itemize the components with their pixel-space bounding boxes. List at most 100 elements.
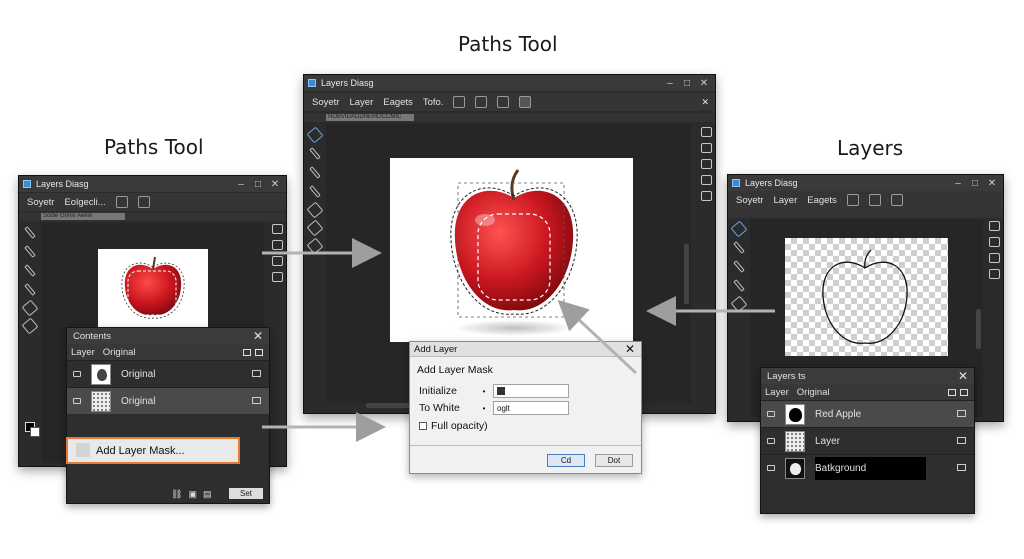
transform-tool-icon[interactable]	[306, 219, 324, 237]
ok-button[interactable]: Cd	[547, 454, 585, 467]
left-options-field[interactable]: Sodie Goniv Aeew	[41, 213, 125, 220]
lasso-tool-icon[interactable]	[730, 295, 748, 313]
menu-item[interactable]: Layer	[773, 195, 797, 206]
menu-item[interactable]: Soyetr	[27, 197, 54, 208]
lasso-tool-icon[interactable]	[21, 299, 39, 317]
maximize-icon[interactable]: □	[682, 78, 692, 89]
tab-original[interactable]: Original	[797, 387, 830, 398]
right-document[interactable]	[785, 238, 948, 356]
mask-icon[interactable]: ▣	[188, 489, 197, 500]
pen-tool-icon[interactable]	[24, 226, 36, 239]
eye-icon[interactable]	[73, 371, 81, 377]
toolbar-icon[interactable]	[475, 96, 488, 108]
panel-menu-icon[interactable]	[948, 388, 956, 396]
eye-icon[interactable]	[767, 465, 775, 471]
link-icon[interactable]: ⛓	[171, 489, 182, 500]
panel-icon[interactable]	[700, 159, 712, 169]
close-icon[interactable]: ✕	[270, 179, 280, 190]
panel-icon[interactable]	[988, 221, 1000, 231]
layer-row[interactable]: Original	[67, 360, 269, 387]
close-icon[interactable]: ✕	[987, 178, 997, 189]
background-color-swatch[interactable]	[30, 427, 40, 437]
toolbar-icon[interactable]	[453, 96, 466, 108]
full-opacity-checkbox[interactable]	[419, 422, 427, 430]
menu-item[interactable]: Soyetr	[312, 97, 339, 108]
add-layer-mask-menu-item[interactable]: Add Layer Mask...	[66, 437, 240, 464]
layer-options-icon[interactable]	[252, 397, 261, 404]
toolbar-icon[interactable]	[497, 96, 510, 108]
menu-item[interactable]: Eolgecli...	[64, 197, 105, 208]
menu-item[interactable]: Eagets	[383, 97, 413, 108]
left-document[interactable]	[98, 249, 208, 327]
pen-tool-icon[interactable]	[733, 279, 745, 292]
layer-options-icon[interactable]	[957, 464, 966, 471]
toolbar-icon[interactable]	[519, 96, 532, 108]
main-options-field[interactable]: NOBVIDADDNEMOCCMIC	[326, 114, 414, 121]
panel-menu-icon[interactable]	[255, 348, 263, 356]
minimize-icon[interactable]: –	[236, 179, 246, 190]
panel-icon[interactable]	[988, 237, 1000, 247]
layer-row[interactable]: Red Apple	[761, 400, 974, 427]
path-select-tool-icon[interactable]	[730, 220, 748, 238]
contents-set-button[interactable]: Set	[229, 488, 263, 499]
panel-icon[interactable]	[988, 253, 1000, 263]
panel-menu-icon[interactable]	[960, 388, 968, 396]
pen-tool-icon[interactable]	[24, 283, 36, 296]
menu-item[interactable]: Tofo.	[423, 97, 444, 108]
panel-icon[interactable]	[988, 269, 1000, 279]
delete-icon[interactable]: ▤	[203, 489, 212, 500]
maximize-icon[interactable]: □	[253, 179, 263, 190]
path-select-tool-icon[interactable]	[306, 126, 324, 144]
eye-icon[interactable]	[767, 438, 775, 444]
tab-layer[interactable]: Layer	[765, 387, 789, 398]
initialize-field[interactable]	[493, 384, 569, 398]
minimize-icon[interactable]: –	[665, 78, 675, 89]
panel-icon[interactable]	[700, 127, 712, 137]
panel-icon[interactable]	[271, 240, 283, 250]
tab-layer[interactable]: Layer	[71, 347, 95, 358]
eye-icon[interactable]	[767, 411, 775, 417]
minimize-icon[interactable]: –	[953, 178, 963, 189]
pen-tool-icon[interactable]	[309, 185, 321, 198]
pen-tool-icon[interactable]	[309, 147, 321, 160]
layer-options-icon[interactable]	[252, 370, 261, 377]
panel-icon[interactable]	[700, 143, 712, 153]
close-icon[interactable]: ✕	[253, 329, 263, 343]
vertical-scrollbar[interactable]	[684, 244, 689, 304]
close-icon[interactable]: ✕	[958, 369, 968, 383]
lasso-tool-icon[interactable]	[306, 201, 324, 219]
panel-icon[interactable]	[271, 224, 283, 234]
layer-options-icon[interactable]	[957, 410, 966, 417]
to-white-field[interactable]: oglt	[493, 401, 569, 415]
toolbar-icon[interactable]	[137, 196, 150, 208]
pen-tool-icon[interactable]	[733, 241, 745, 254]
toolbar-icon[interactable]	[890, 194, 903, 206]
pen-tool-icon[interactable]	[24, 264, 36, 277]
pen-tool-icon[interactable]	[24, 245, 36, 258]
maximize-icon[interactable]: □	[970, 178, 980, 189]
layer-row[interactable]: Layer	[761, 427, 974, 454]
layer-row[interactable]: Original	[67, 387, 269, 414]
pen-tool-icon[interactable]	[309, 166, 321, 179]
panel-icon[interactable]	[700, 191, 712, 201]
main-document[interactable]	[390, 158, 633, 342]
tab-original[interactable]: Original	[103, 347, 136, 358]
cancel-button[interactable]: Dot	[595, 454, 633, 467]
close-icon[interactable]: ✕	[699, 78, 709, 89]
pen-tool-icon[interactable]	[733, 260, 745, 273]
panel-icon[interactable]	[271, 256, 283, 266]
close-icon[interactable]: ✕	[625, 342, 635, 356]
close-icon[interactable]: ✕	[701, 97, 709, 108]
toolbar-icon[interactable]	[115, 196, 128, 208]
eraser-tool-icon[interactable]	[306, 237, 324, 255]
layer-row[interactable]: Batkground	[761, 454, 974, 481]
panel-icon[interactable]	[271, 272, 283, 282]
panel-icon[interactable]	[700, 175, 712, 185]
toolbar-icon[interactable]	[868, 194, 881, 206]
vertical-scrollbar[interactable]	[976, 309, 981, 349]
menu-item[interactable]: Eagets	[807, 195, 837, 206]
eye-icon[interactable]	[73, 398, 81, 404]
eraser-tool-icon[interactable]	[21, 317, 39, 335]
toolbar-icon[interactable]	[846, 194, 859, 206]
layer-options-icon[interactable]	[957, 437, 966, 444]
